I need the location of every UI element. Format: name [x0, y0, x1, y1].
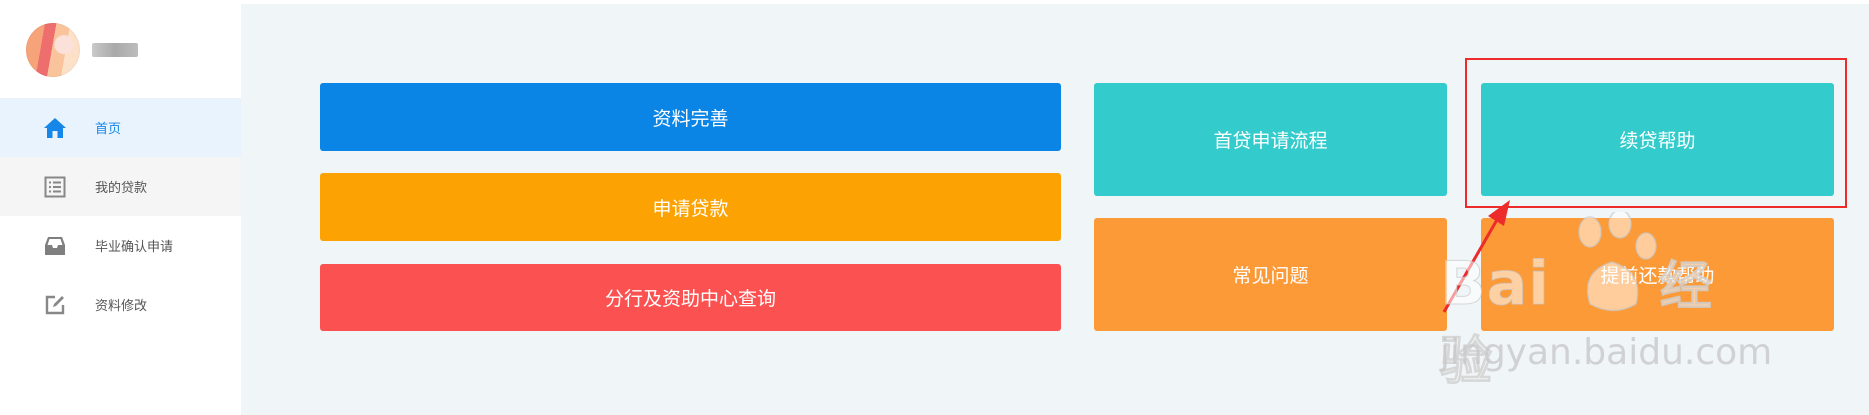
first-loan-process-button[interactable]: 首贷申请流程 [1094, 83, 1447, 196]
user-profile[interactable] [26, 20, 138, 80]
sidebar-item-graduation-confirm[interactable]: 毕业确认申请 [0, 216, 241, 275]
home-icon [42, 115, 68, 141]
sidebar-item-my-loans[interactable]: 我的贷款 [0, 157, 241, 216]
sidebar-item-label: 毕业确认申请 [95, 240, 174, 255]
apply-loan-button[interactable]: 申请贷款 [320, 173, 1061, 241]
edit-icon [42, 292, 68, 318]
annotation-arrow [1442, 200, 1510, 313]
avatar[interactable] [26, 23, 80, 77]
username-redacted [92, 43, 138, 57]
sidebar-item-label: 首页 [95, 122, 122, 137]
sidebar-item-label: 资料修改 [95, 299, 148, 314]
sidebar-menu: 首页 我的贷款 毕业确认申请 资料修改 [0, 98, 241, 334]
annotation-highlight-box [1465, 58, 1847, 208]
early-repayment-help-button[interactable]: 提前还款帮助 [1481, 218, 1834, 331]
sidebar-item-home[interactable]: 首页 [0, 98, 241, 157]
profile-complete-button[interactable]: 资料完善 [320, 83, 1061, 151]
app-window: 首页 我的贷款 毕业确认申请 资料修改 资料完善 申请贷款 分行及资助中心查询 … [0, 0, 1869, 415]
inbox-icon [42, 233, 68, 259]
sidebar-item-edit-profile[interactable]: 资料修改 [0, 275, 241, 334]
branch-query-button[interactable]: 分行及资助中心查询 [320, 264, 1061, 331]
list-icon [42, 174, 68, 200]
faq-button[interactable]: 常见问题 [1094, 218, 1447, 331]
sidebar: 首页 我的贷款 毕业确认申请 资料修改 [0, 0, 241, 415]
sidebar-item-label: 我的贷款 [95, 181, 148, 196]
